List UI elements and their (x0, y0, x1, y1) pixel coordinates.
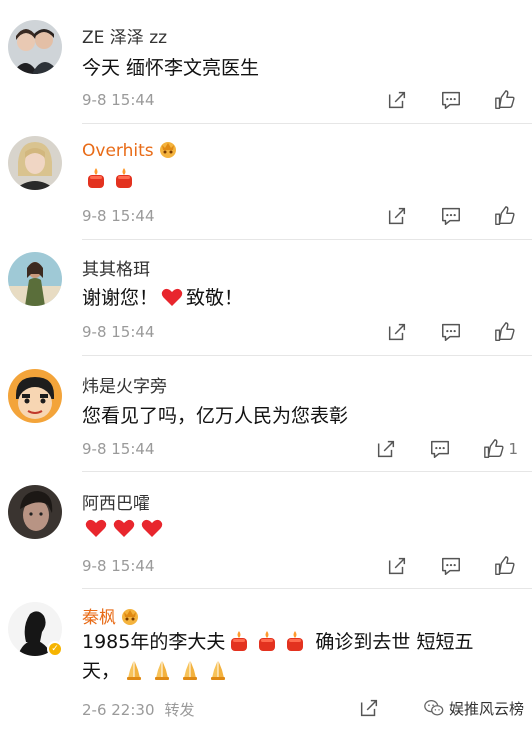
thumbs-up-icon (495, 556, 515, 575)
thumbs-up-icon (484, 439, 504, 458)
like-button[interactable] (494, 554, 518, 578)
comment-actions: 1 (345, 437, 518, 461)
candle-emoji-icon (283, 629, 307, 653)
avatar[interactable] (8, 20, 62, 74)
comment-button[interactable] (440, 88, 464, 112)
username[interactable]: 阿西巴嚯 (82, 489, 150, 514)
comment-button[interactable] (440, 320, 464, 344)
comment-text-line2: 天， (82, 656, 232, 683)
username[interactable]: ZE 泽泽 zz (82, 23, 167, 48)
comment-text-segment: 确诊到去世 短短五 (309, 631, 474, 653)
comment-icon (442, 91, 460, 109)
like-button[interactable] (494, 204, 518, 228)
comment-text: 谢谢您！ 致敬！ (82, 283, 243, 310)
comment-actions (356, 554, 518, 578)
heart-emoji-icon (84, 516, 108, 540)
username[interactable]: 其其格珥 (82, 255, 150, 280)
comment-icon (431, 440, 450, 458)
comment-text: 您看见了吗，亿万人民为您表彰 (82, 401, 348, 428)
avatar[interactable] (8, 252, 62, 306)
separator (82, 239, 532, 240)
comment-button[interactable] (440, 554, 464, 578)
heart-emoji-icon (140, 516, 164, 540)
separator (82, 355, 532, 356)
comment-text-segment: 天， (82, 660, 121, 682)
share-button[interactable] (386, 88, 410, 112)
thumbs-up-icon (495, 90, 515, 109)
comment-timestamp: 9-8 15:44 (82, 557, 155, 575)
share-icon (388, 557, 406, 575)
wechat-icon (424, 700, 444, 716)
thumbs-up-icon (495, 322, 515, 341)
candle-emoji-icon (227, 629, 251, 653)
comment-actions (328, 696, 382, 720)
comment-text (82, 166, 138, 190)
separator (82, 123, 532, 124)
comment-timestamp: 9-8 15:44 (82, 91, 155, 109)
comment-text (82, 516, 166, 540)
share-icon (388, 323, 406, 341)
comment-text: 1985年的李大夫 确诊到去世 短短五 (82, 627, 473, 654)
candle-emoji-icon (255, 629, 279, 653)
candle-emoji-icon (84, 166, 108, 190)
avatar[interactable] (8, 369, 62, 423)
username[interactable]: 炜是火字旁 (82, 372, 167, 397)
separator (82, 471, 532, 472)
like-count: 1 (508, 440, 518, 458)
like-button[interactable] (494, 88, 518, 112)
comment-text: 今天 缅怀李文亮医生 (82, 53, 259, 80)
heart-emoji-icon (112, 516, 136, 540)
pray-emoji-icon (178, 658, 202, 682)
comment-icon (442, 557, 460, 575)
comment-button[interactable] (429, 437, 453, 461)
pray-emoji-icon (122, 658, 146, 682)
comment-text-segment: 致敬！ (186, 287, 244, 309)
avatar[interactable] (8, 136, 62, 190)
comment-text-segment: 1985年的李大夫 (82, 631, 226, 653)
username[interactable]: Overhits (82, 139, 178, 161)
pray-emoji-icon (150, 658, 174, 682)
comment-timestamp: 9-8 15:44 (82, 440, 155, 458)
like-button[interactable]: 1 (483, 437, 518, 461)
heart-emoji-icon (160, 285, 184, 309)
share-button[interactable] (375, 437, 399, 461)
watermark-text: 娱推风云榜 (448, 699, 524, 718)
share-icon (388, 207, 406, 225)
comment-text-segment: 您看见了吗，亿万人民为您表彰 (82, 405, 349, 427)
share-icon (360, 699, 378, 717)
share-button[interactable] (386, 204, 410, 228)
like-button[interactable] (494, 320, 518, 344)
username[interactable]: 秦枫 (82, 603, 140, 628)
vip-crown-icon (120, 606, 140, 626)
separator (82, 588, 532, 589)
vip-crown-icon (158, 139, 178, 159)
comment-timestamp: 9-8 15:44 (82, 207, 155, 225)
pray-emoji-icon (206, 658, 230, 682)
repost-link[interactable]: 转发 (165, 701, 195, 719)
share-button[interactable] (386, 320, 410, 344)
comment-text-segment: 谢谢您！ (82, 287, 159, 309)
thumbs-up-icon (495, 206, 515, 225)
watermark: 娱推风云榜 (423, 697, 524, 719)
share-icon (388, 91, 406, 109)
comment-icon (442, 323, 460, 341)
comment-actions (356, 204, 518, 228)
verified-badge-icon: ✓ (47, 641, 63, 657)
comment-timestamp: 9-8 15:44 (82, 323, 155, 341)
comment-icon (442, 207, 460, 225)
comment-timestamp: 2-6 22:30 转发 (82, 701, 195, 719)
comment-button[interactable] (440, 204, 464, 228)
share-button[interactable] (358, 696, 382, 720)
candle-emoji-icon (112, 166, 136, 190)
comment-actions (356, 88, 518, 112)
share-button[interactable] (386, 554, 410, 578)
share-icon (378, 440, 395, 458)
comment-text-segment: 今天 缅怀李文亮医生 (82, 57, 260, 79)
avatar[interactable] (8, 485, 62, 539)
comment-actions (356, 320, 518, 344)
